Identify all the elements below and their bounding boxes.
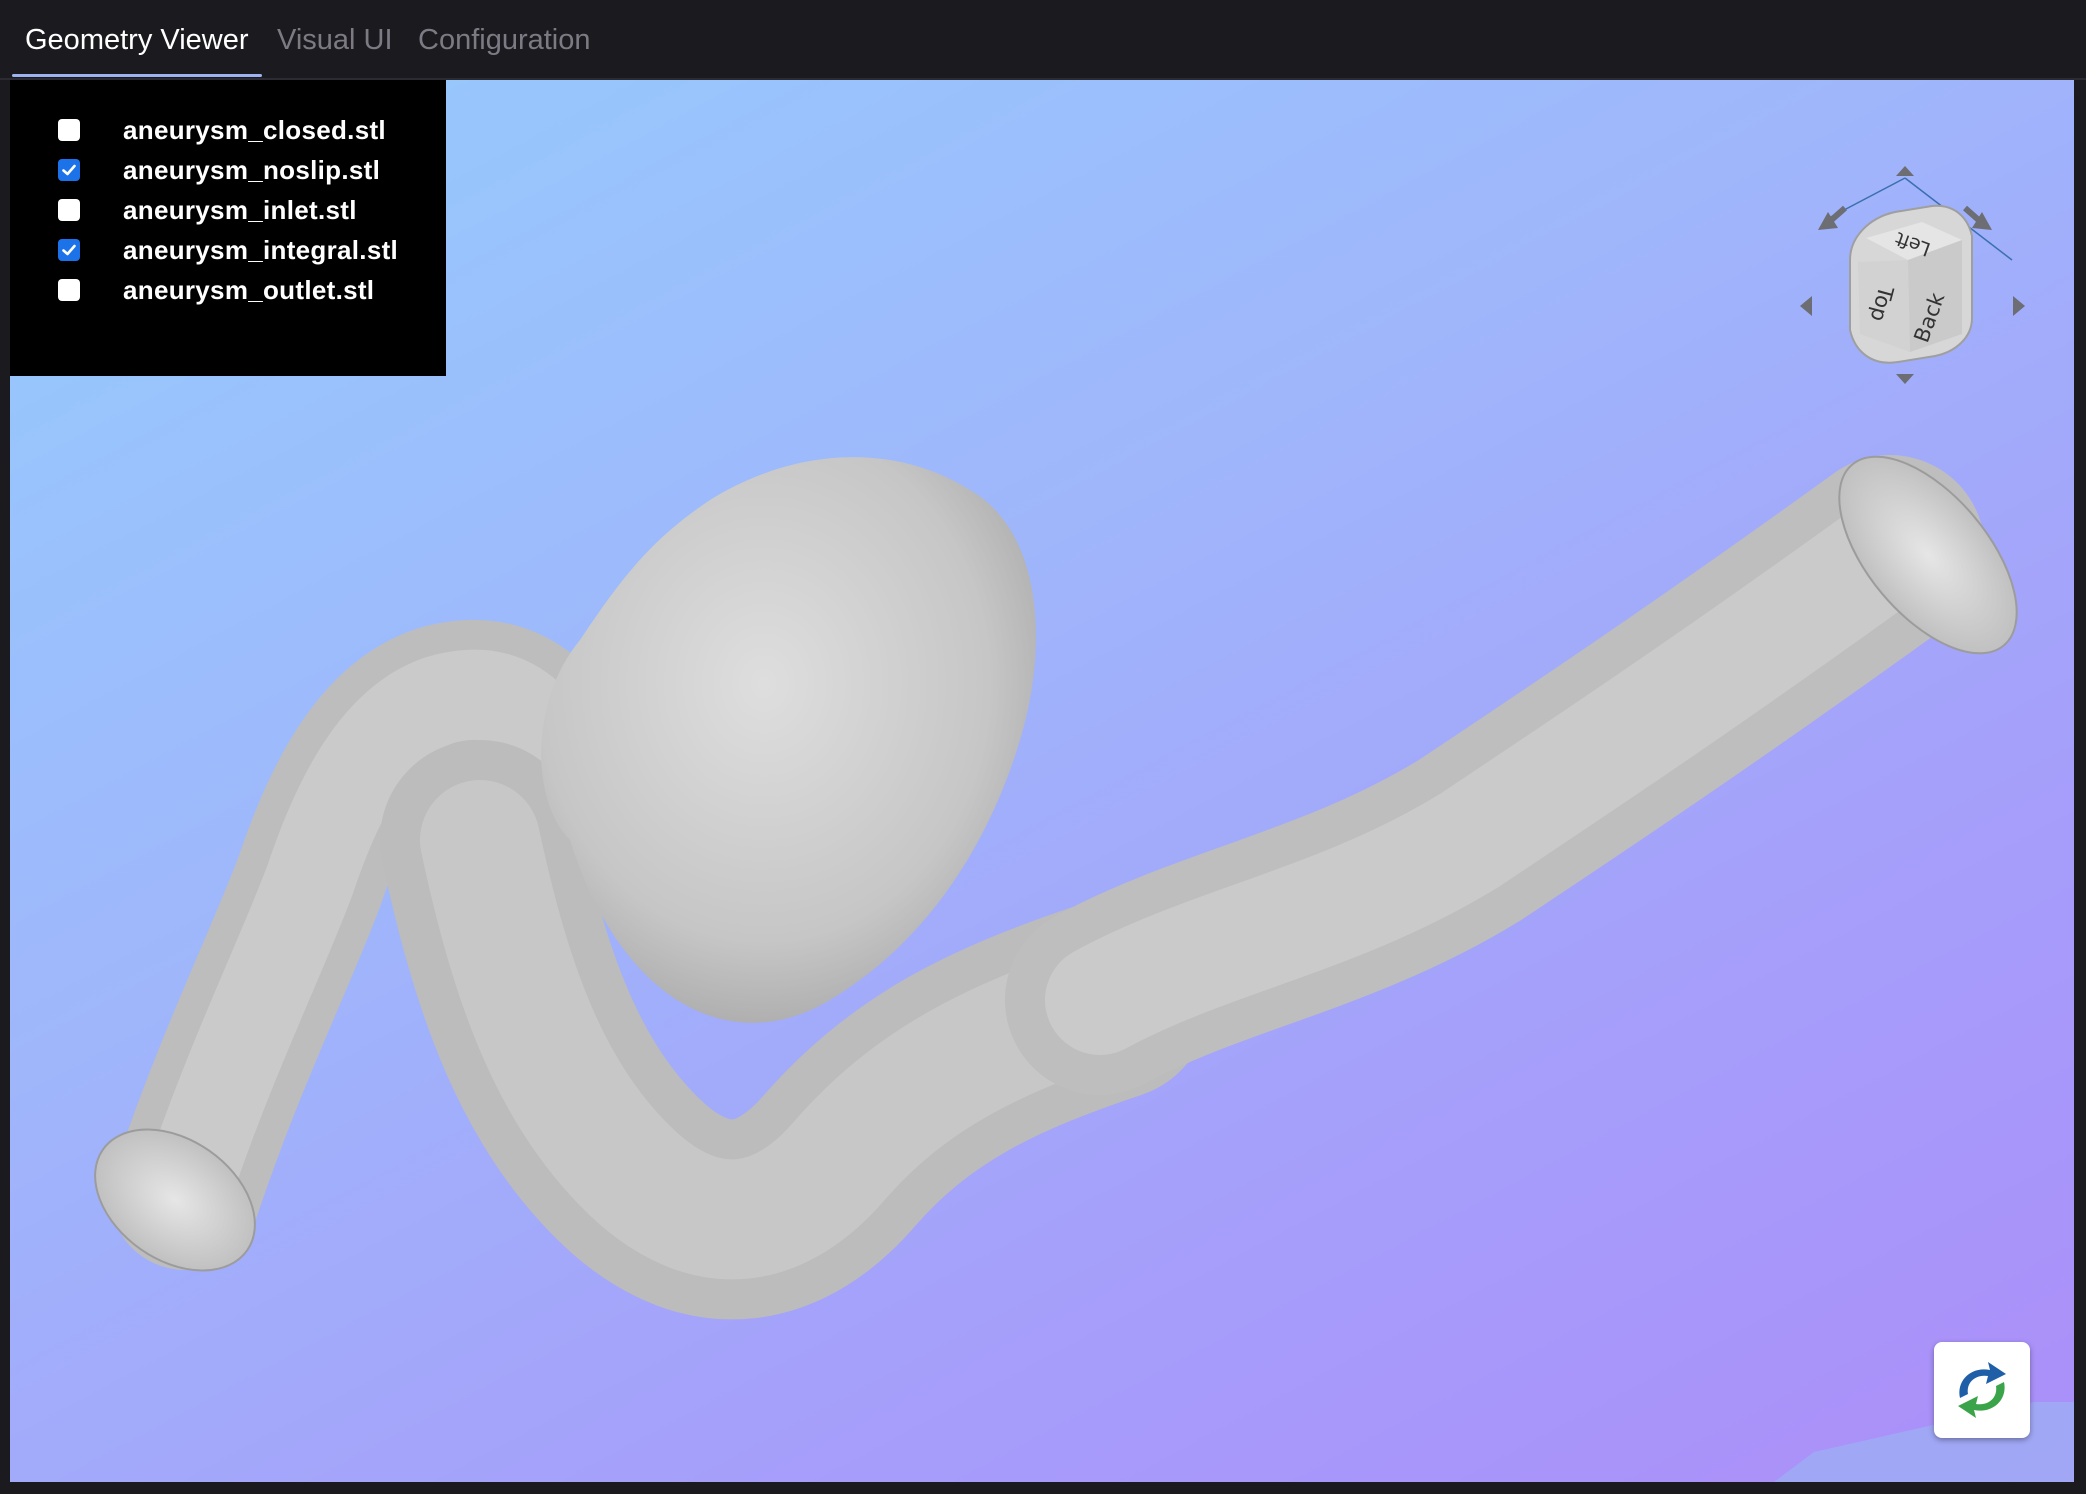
file-label: aneurysm_closed.stl xyxy=(123,114,386,145)
file-item-inlet[interactable]: aneurysm_inlet.stl xyxy=(58,190,357,230)
file-item-integral[interactable]: aneurysm_integral.stl xyxy=(58,230,398,270)
file-label: aneurysm_integral.stl xyxy=(123,234,399,265)
tab-bar: Geometry Viewer Visual UI Configuration xyxy=(0,0,2086,80)
rotate-left-arrow[interactable] xyxy=(1800,296,1812,316)
checkmark-icon xyxy=(62,164,76,176)
tab-configuration[interactable]: Configuration xyxy=(418,18,591,62)
orientation-cube-widget[interactable]: Left Top Back xyxy=(1750,120,2050,420)
file-checkbox[interactable] xyxy=(58,239,80,261)
tab-visual-ui[interactable]: Visual UI xyxy=(277,18,393,62)
file-label: aneurysm_noslip.stl xyxy=(123,154,381,185)
reset-view-button[interactable] xyxy=(1934,1342,2030,1438)
rotate-right-arrow[interactable] xyxy=(2013,296,2025,316)
roll-left-arrow[interactable] xyxy=(1818,205,1847,230)
active-tab-indicator xyxy=(12,74,262,77)
file-checkbox[interactable] xyxy=(58,199,80,221)
file-label: aneurysm_outlet.stl xyxy=(123,274,375,305)
file-item-outlet[interactable]: aneurysm_outlet.stl xyxy=(58,270,374,310)
view-cube[interactable]: Left Top Back xyxy=(1849,204,1973,364)
file-item-closed[interactable]: aneurysm_closed.stl xyxy=(58,110,386,150)
file-checkbox[interactable] xyxy=(58,159,80,181)
file-item-noslip[interactable]: aneurysm_noslip.stl xyxy=(58,150,380,190)
checkmark-icon xyxy=(62,244,76,256)
geometry-viewport[interactable]: aneurysm_closed.stl aneurysm_noslip.stl … xyxy=(10,80,2074,1482)
tab-geometry-viewer[interactable]: Geometry Viewer xyxy=(25,18,249,62)
rotate-up-arrow[interactable] xyxy=(1896,166,1914,176)
file-checkbox[interactable] xyxy=(58,279,80,301)
file-label: aneurysm_inlet.stl xyxy=(123,194,357,225)
reset-view-icon xyxy=(1958,1362,2006,1418)
file-list-panel: aneurysm_closed.stl aneurysm_noslip.stl … xyxy=(10,80,446,376)
rotate-down-arrow[interactable] xyxy=(1896,374,1914,384)
aneurysm-dome xyxy=(541,457,1036,1023)
file-checkbox[interactable] xyxy=(58,119,80,141)
